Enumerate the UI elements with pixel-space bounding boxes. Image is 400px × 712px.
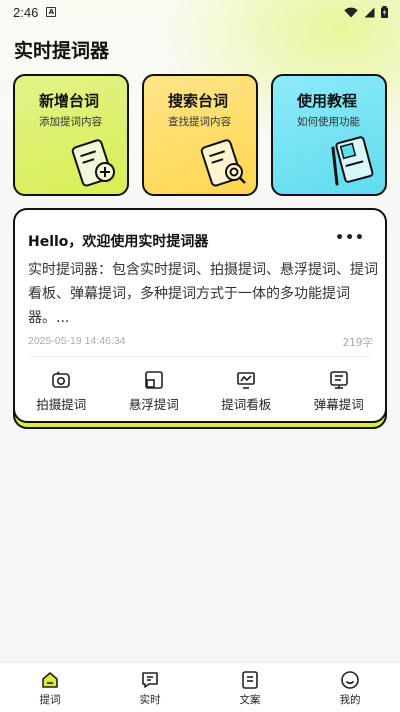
search-script-subtitle: 查找提词内容	[168, 116, 231, 128]
message-icon	[142, 672, 158, 688]
add-script-card[interactable]: 新增台词 添加提词内容	[13, 74, 129, 196]
search-script-title: 搜索台词	[168, 92, 229, 110]
danmaku-prompt-button[interactable]: 弹幕提词	[293, 370, 386, 413]
add-script-title: 新增台词	[39, 92, 100, 110]
nav-label-profile: 我的	[339, 694, 361, 706]
document-icon	[242, 671, 258, 689]
camera-prompt-button[interactable]: 拍摄提词	[15, 370, 108, 413]
smile-icon	[341, 671, 359, 689]
tutorial-title: 使用教程	[297, 92, 358, 110]
battery-icon	[381, 6, 388, 18]
bottom-nav: 提词 实时 文案 我的	[0, 662, 400, 712]
script-title: Hello，欢迎使用实时提词器	[28, 234, 209, 250]
quick-cards: 新增台词 添加提词内容 搜索台词 查找提词内容 使用教程 如何使用功能	[13, 74, 387, 196]
nav-tab-realtime[interactable]: 实时	[100, 663, 200, 712]
board-prompt-label: 提词看板	[221, 397, 272, 412]
tutorial-subtitle: 如何使用功能	[297, 116, 360, 128]
floating-prompt-button[interactable]: 悬浮提词	[108, 370, 201, 413]
floating-prompt-label: 悬浮提词	[128, 397, 179, 412]
nav-tab-prompter[interactable]: 提词	[0, 663, 100, 712]
board-icon	[237, 372, 256, 389]
tutorial-book-icon	[331, 136, 374, 186]
danmaku-prompt-label: 弹幕提词	[313, 397, 364, 412]
word-count: 219字	[342, 337, 373, 349]
a-icon: A	[46, 7, 57, 17]
more-options-icon[interactable]: •••	[335, 230, 365, 246]
script-preview: 实时提词器：包含实时提词、拍摄提词、悬浮提词、提词看板、弹幕提词，多种提词方式于…	[28, 262, 378, 326]
danmaku-icon	[329, 371, 348, 389]
status-bar: 2:46 A	[0, 0, 400, 24]
signal-icon	[364, 7, 375, 17]
welcome-script-card[interactable]: Hello，欢迎使用实时提词器 ••• 实时提词器：包含实时提词、拍摄提词、悬浮…	[13, 208, 387, 423]
nav-label-realtime: 实时	[139, 694, 161, 706]
nav-label-copywriting: 文案	[239, 694, 261, 706]
search-document-icon	[200, 139, 246, 187]
nav-tab-copywriting[interactable]: 文案	[200, 663, 300, 712]
divider	[28, 356, 372, 357]
add-document-icon	[71, 139, 115, 187]
nav-label-prompter: 提词	[39, 694, 61, 706]
tutorial-card[interactable]: 使用教程 如何使用功能	[271, 74, 387, 196]
floating-window-icon	[144, 371, 163, 389]
page-title: 实时提词器	[14, 40, 110, 62]
search-script-card[interactable]: 搜索台词 查找提词内容	[142, 74, 258, 196]
status-time: 2:46	[13, 4, 39, 20]
nav-tab-profile[interactable]: 我的	[300, 663, 400, 712]
camera-prompt-label: 拍摄提词	[36, 397, 87, 412]
prompter-actions: 拍摄提词 悬浮提词 提词看板 弹幕提词	[15, 370, 385, 413]
board-prompt-button[interactable]: 提词看板	[200, 370, 293, 413]
script-date: 2025-05-19 14:46:34	[28, 335, 126, 347]
camera-icon	[52, 371, 71, 388]
add-script-subtitle: 添加提词内容	[39, 116, 102, 128]
wifi-icon	[344, 7, 358, 17]
home-icon	[42, 672, 58, 688]
